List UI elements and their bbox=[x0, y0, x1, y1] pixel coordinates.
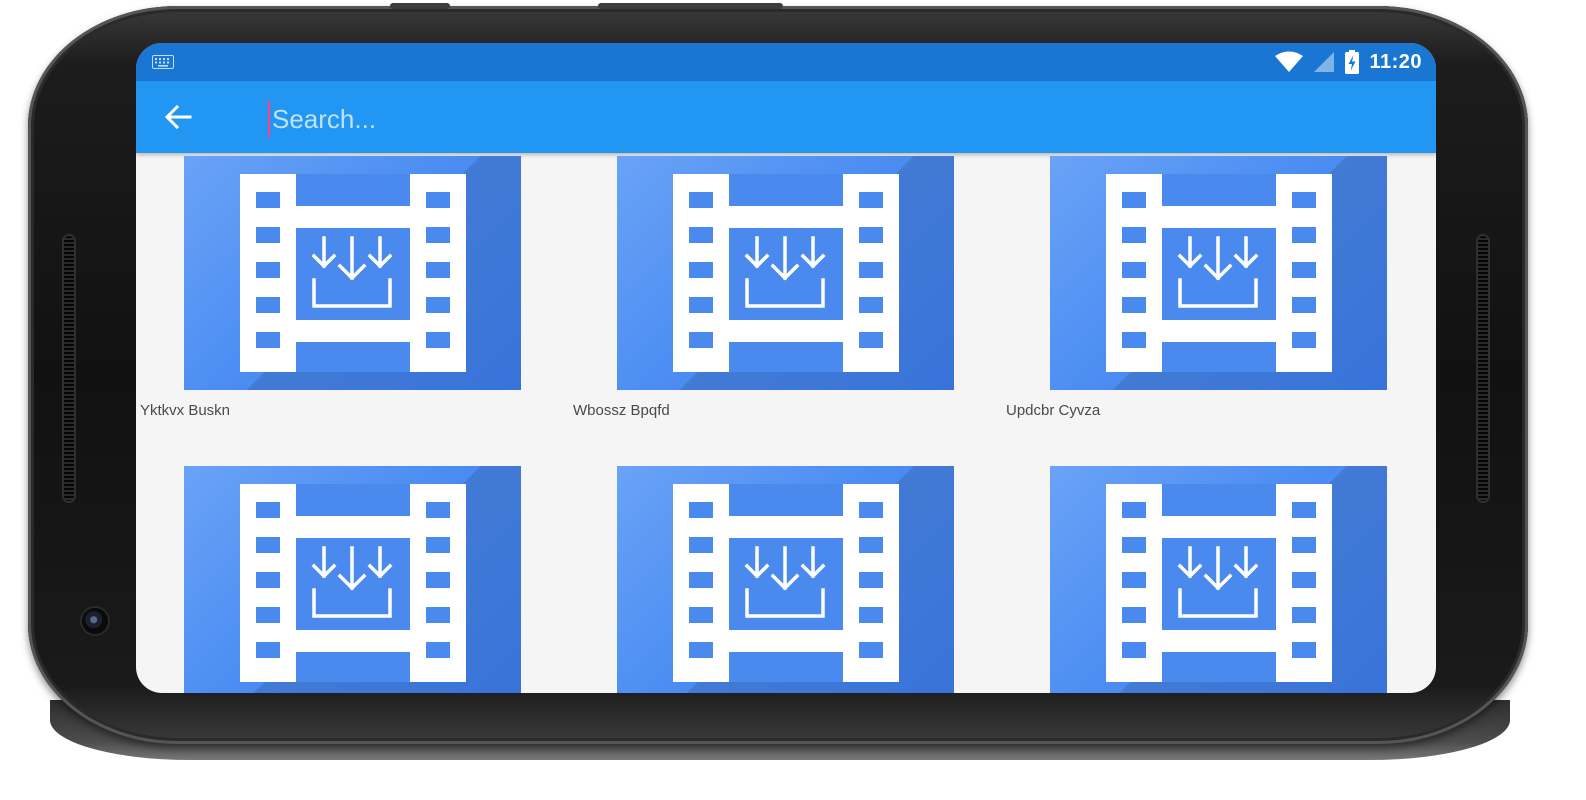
wifi-icon bbox=[1275, 51, 1304, 72]
video-download-icon bbox=[671, 172, 901, 374]
speaker-grille-left bbox=[64, 236, 74, 501]
video-thumbnail bbox=[184, 466, 521, 693]
front-camera bbox=[82, 608, 108, 634]
video-download-icon bbox=[238, 482, 468, 684]
video-download-icon bbox=[1104, 172, 1334, 374]
video-thumbnail bbox=[184, 156, 521, 390]
video-title: Wbossz Bpqfd bbox=[573, 402, 670, 419]
video-thumbnail bbox=[1050, 156, 1387, 390]
speaker-grille-right bbox=[1478, 236, 1488, 501]
battery-charging-icon bbox=[1345, 50, 1360, 74]
phone-screen: 11:20 Yktkvx Buskn Wbossz Bpqfd bbox=[136, 43, 1436, 693]
video-download-icon bbox=[238, 172, 468, 374]
video-thumbnail bbox=[1050, 466, 1387, 693]
power-button bbox=[598, 3, 783, 9]
video-thumbnail bbox=[617, 466, 954, 693]
signal-icon bbox=[1314, 52, 1335, 72]
status-clock: 11:20 bbox=[1369, 50, 1422, 73]
video-title: Updcbr Cyvza bbox=[1006, 402, 1101, 419]
keyboard-icon bbox=[152, 55, 174, 69]
search-input[interactable] bbox=[268, 101, 1174, 137]
video-download-icon bbox=[1104, 482, 1334, 684]
video-grid: Yktkvx Buskn Wbossz Bpqfd Updcbr Cyvza bbox=[136, 153, 1436, 693]
video-thumbnail bbox=[617, 156, 954, 390]
back-button[interactable] bbox=[158, 99, 198, 135]
volume-button bbox=[390, 3, 450, 9]
video-title: Yktkvx Buskn bbox=[140, 402, 231, 419]
video-download-icon bbox=[671, 482, 901, 684]
arrow-back-icon bbox=[164, 104, 192, 130]
status-bar: 11:20 bbox=[136, 43, 1436, 81]
search-app-bar bbox=[136, 81, 1436, 153]
